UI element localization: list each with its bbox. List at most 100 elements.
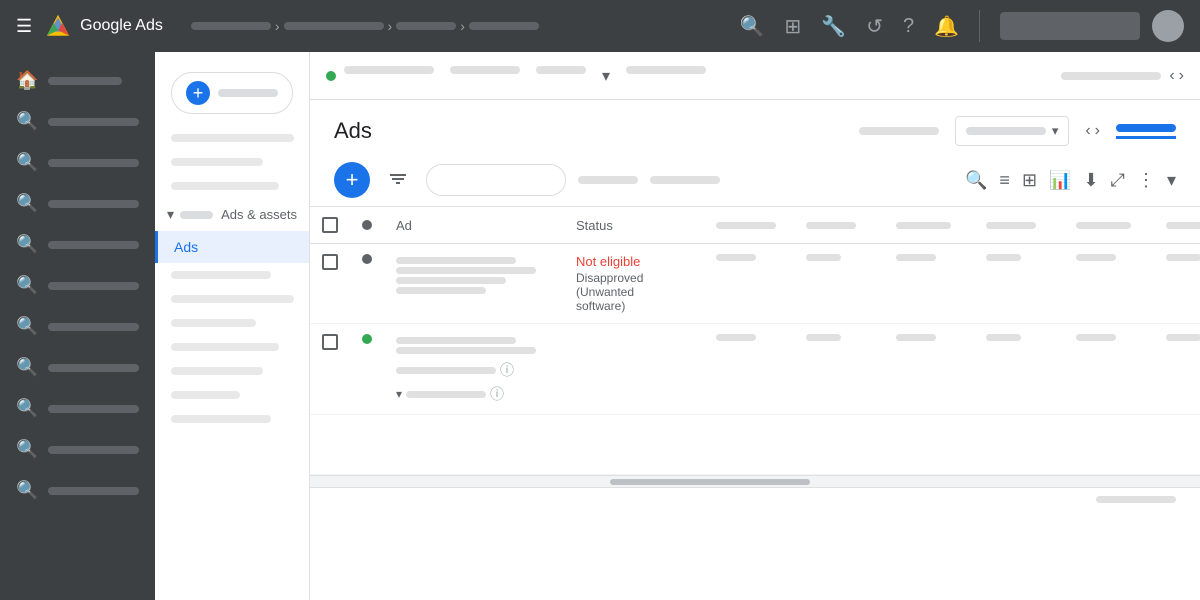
sidebar-label-3 (48, 200, 139, 208)
toolbar-label-2 (650, 176, 720, 184)
grid-view-icon[interactable]: ⊞ (1022, 170, 1037, 191)
sidebar-item-5[interactable]: 🔍 (0, 265, 155, 306)
toolbar: + 🔍 ≡ ⊞ 📊 ⬇ ⤢ ⋮ ▾ (310, 154, 1200, 207)
sidebar-label-2 (48, 159, 139, 167)
app-logo: Google Ads (44, 12, 163, 40)
breadcrumb-item-3[interactable] (396, 22, 456, 30)
help-icon[interactable]: ? (903, 15, 914, 38)
expand-icon[interactable]: ⤢ (1111, 170, 1125, 191)
row1-metric-5-bar (1076, 254, 1116, 261)
row2-info-icon-2[interactable]: ⓘ (490, 384, 504, 404)
account-search[interactable] (1000, 12, 1140, 40)
sub-header-dropdown-icon[interactable]: ▾ (602, 66, 610, 86)
row2-metric-1-bar (716, 334, 756, 341)
table-row: ⓘ ▾ ⓘ (310, 324, 1200, 415)
sidebar-item-4[interactable]: 🔍 (0, 224, 155, 265)
row2-info-icon-1[interactable]: ⓘ (500, 360, 514, 380)
sub-nav-next-icon[interactable]: › (1179, 67, 1184, 85)
sidebar-item-10[interactable]: 🔍 (0, 470, 155, 511)
horizontal-scrollbar[interactable] (310, 475, 1200, 487)
row1-ad-cell (384, 244, 564, 324)
sidebar-item-1[interactable]: 🔍 (0, 101, 155, 142)
nav-divider (979, 10, 980, 42)
notification-icon[interactable]: 🔔 (934, 14, 959, 39)
search-nav-icon[interactable]: 🔍 (740, 14, 765, 39)
breadcrumb-item-2[interactable] (284, 22, 384, 30)
sidebar-icon-7: 🔍 (16, 357, 38, 378)
left-sidebar: 🏠 🔍 🔍 🔍 🔍 🔍 🔍 🔍 (0, 52, 155, 600)
row1-metric-2-bar (806, 254, 841, 261)
sec-item-ads[interactable]: Ads (155, 231, 309, 263)
row2-ad-line1 (396, 337, 516, 344)
row1-ad-line4 (396, 287, 486, 294)
refresh-icon[interactable]: ↺ (866, 14, 883, 39)
sidebar-item-9[interactable]: 🔍 (0, 429, 155, 470)
row1-metric-3 (884, 244, 974, 324)
grid-icon[interactable]: ⊞ (785, 14, 802, 39)
row2-metric-6-bar (1166, 334, 1200, 341)
row1-metric-5 (1064, 244, 1154, 324)
sub-nav-arrows: ‹ › (1169, 67, 1184, 85)
filter-button[interactable] (382, 164, 414, 196)
row2-checkbox[interactable] (322, 334, 338, 350)
row2-expand-icon[interactable]: ▾ (396, 387, 402, 401)
more-options-icon[interactable]: ⋮ (1137, 170, 1155, 191)
columns-toggle-icon[interactable]: ▾ (1167, 170, 1176, 191)
toolbar-icon-group: 🔍 ≡ ⊞ 📊 ⬇ ⤢ ⋮ ▾ (965, 170, 1176, 191)
sidebar-icon-5: 🔍 (16, 275, 38, 296)
col-metric-3-bar (896, 222, 951, 229)
scroll-thumb[interactable] (610, 479, 810, 485)
row1-disapproved-text: Disapproved(Unwantedsoftware) (576, 271, 692, 313)
ads-assets-group-label (180, 211, 213, 219)
row2-metric-2 (794, 324, 884, 415)
page-next-icon[interactable]: › (1095, 122, 1100, 140)
sidebar-item-6[interactable]: 🔍 (0, 306, 155, 347)
breadcrumb-item-4[interactable] (469, 22, 539, 30)
ads-assets-group-header[interactable]: ▾ Ads & assets (155, 198, 309, 231)
select-all-checkbox[interactable] (322, 217, 338, 233)
footer-bar (1096, 496, 1176, 503)
sub-nav-prev-icon[interactable]: ‹ (1169, 67, 1174, 85)
page-prev-icon[interactable]: ‹ (1085, 122, 1090, 140)
chart-view-icon[interactable]: 📊 (1049, 170, 1071, 191)
sidebar-item-3[interactable]: 🔍 (0, 183, 155, 224)
row1-checkbox[interactable] (322, 254, 338, 270)
row1-checkbox-cell (310, 244, 350, 324)
sidebar-icon-1: 🔍 (16, 111, 38, 132)
table-row: Not eligible Disapproved(Unwantedsoftwar… (310, 244, 1200, 324)
user-avatar[interactable] (1152, 10, 1184, 42)
tools-icon[interactable]: 🔧 (821, 14, 846, 39)
sec-placeholder-10 (171, 415, 271, 423)
sidebar-icon-2: 🔍 (16, 152, 38, 173)
sidebar-home-label (48, 77, 122, 85)
add-ad-button[interactable]: + (334, 162, 370, 198)
search-toolbar-icon[interactable]: 🔍 (965, 170, 987, 191)
ads-assets-text: Ads & assets (221, 207, 297, 222)
download-icon[interactable]: ⬇ (1083, 170, 1098, 191)
col-status: Status (564, 207, 704, 244)
sec-placeholder-2 (171, 158, 263, 166)
row2-status-cell (564, 324, 704, 415)
list-view-icon[interactable]: ≡ (999, 170, 1010, 191)
sidebar-item-8[interactable]: 🔍 (0, 388, 155, 429)
menu-icon[interactable]: ☰ (16, 16, 32, 37)
col-metric-5-bar (1076, 222, 1131, 229)
google-ads-logo-icon (44, 12, 72, 40)
sidebar-item-home[interactable]: 🏠 (0, 60, 155, 101)
col-ad-label: Ad (396, 218, 412, 233)
row1-metric-3-bar (896, 254, 936, 261)
sidebar-item-7[interactable]: 🔍 (0, 347, 155, 388)
row1-metric-1-bar (716, 254, 756, 261)
col-metric-5 (1064, 207, 1154, 244)
create-label (218, 89, 278, 97)
ads-data-table: Ad Status (310, 207, 1200, 475)
sub-header-right-bar (1061, 72, 1161, 80)
date-range-button[interactable]: ▾ (955, 116, 1070, 146)
create-button[interactable]: + (171, 72, 293, 114)
create-btn-area: + (155, 60, 309, 126)
sidebar-label-10 (48, 487, 139, 495)
sub-header-bar: ▾ ‹ › (310, 52, 1200, 100)
search-pill[interactable] (426, 164, 566, 196)
sidebar-item-2[interactable]: 🔍 (0, 142, 155, 183)
breadcrumb-item-1[interactable] (191, 22, 271, 30)
